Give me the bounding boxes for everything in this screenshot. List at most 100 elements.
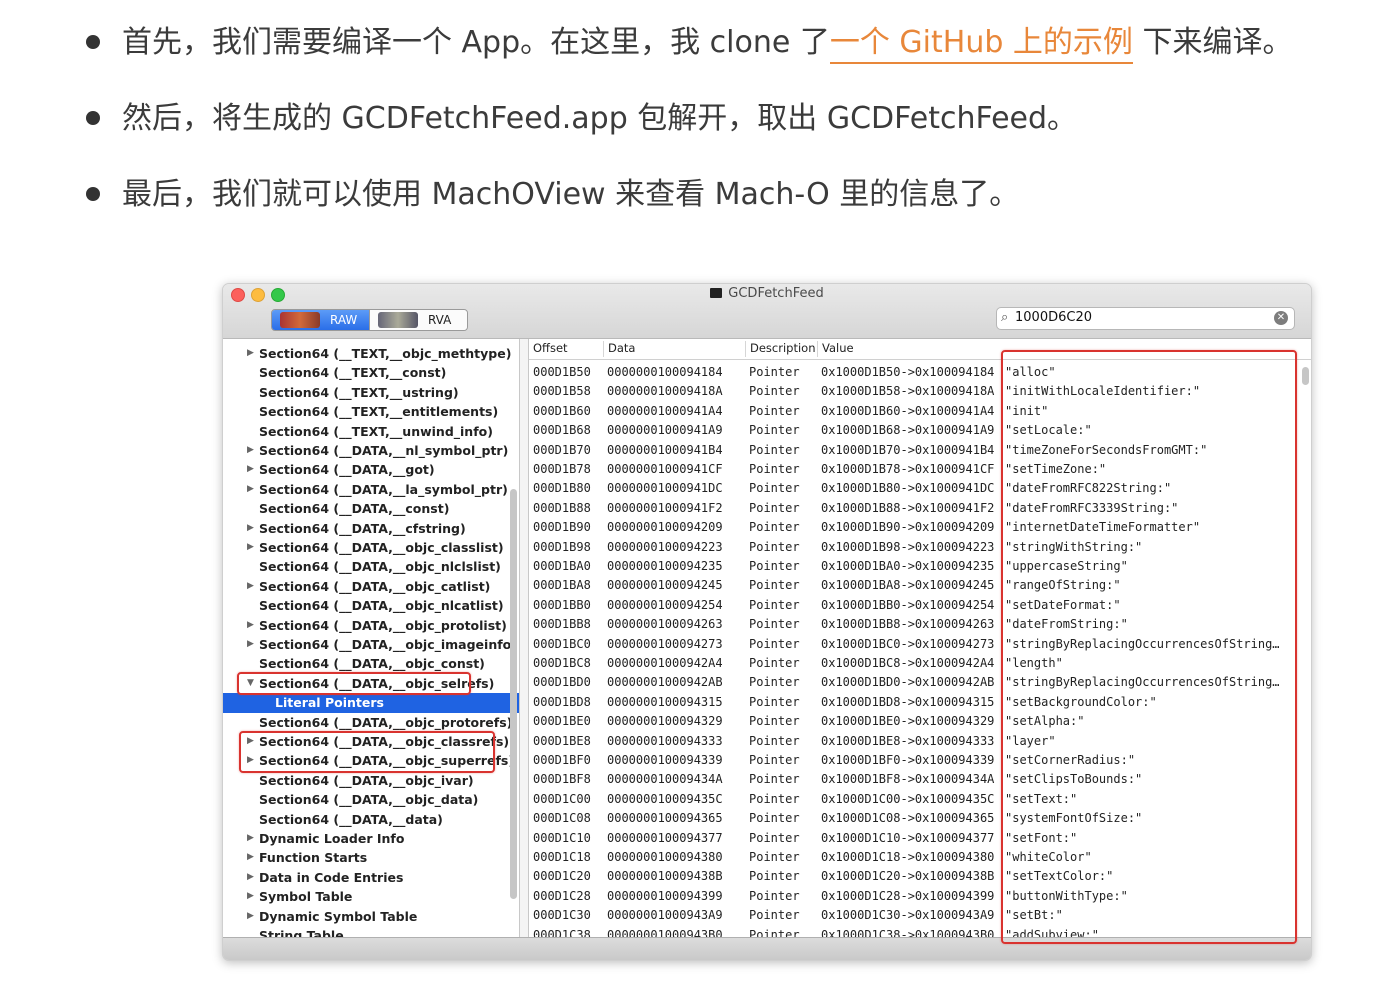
tree-item[interactable]: ▶ Section64 (__DATA,__got) [223, 460, 519, 479]
tree-item[interactable]: Section64 (__DATA,__objc_nlclslist) [223, 557, 519, 576]
tree-scrollbar[interactable] [510, 489, 517, 899]
offset-cell: 000D1BB8 [533, 617, 591, 632]
offset-cell: 000D1BE0 [533, 714, 591, 729]
tree-item[interactable]: ▶ Section64 (__DATA,__la_symbol_ptr) [223, 480, 519, 499]
disclosure-closed-icon[interactable]: ▶ [247, 848, 254, 867]
tree-item[interactable]: ▶ Section64 (__DATA,__cfstring) [223, 519, 519, 538]
disclosure-closed-icon[interactable]: ▶ [247, 441, 254, 460]
tree-item[interactable]: Section64 (__DATA,__objc_ivar) [223, 771, 519, 790]
tree-item-label: Section64 (__DATA,__objc_nlclslist) [259, 559, 501, 575]
pane-splitter[interactable] [520, 339, 529, 937]
data-cell: 0000000100094339 [607, 753, 723, 767]
tree-item[interactable]: Literal Pointers [223, 693, 519, 713]
tree-item[interactable]: ▶ Section64 (__DATA,__objc_protolist) [223, 616, 519, 635]
disclosure-closed-icon[interactable]: ▶ [247, 519, 254, 538]
raw-thumbnail-icon [280, 312, 320, 328]
section-tree[interactable]: ▶ Section64 (__TEXT,__objc_methtype) Secti… [223, 339, 520, 937]
description-cell: Pointer [749, 850, 800, 864]
disclosure-closed-icon[interactable]: ▶ [247, 577, 254, 596]
value-cell: 0x1000D1B88->0x1000941F2 [821, 500, 995, 515]
tree-item[interactable]: ▶ Section64 (__DATA,__nl_symbol_ptr) [223, 441, 519, 460]
tree-item[interactable]: Section64 (__TEXT,__ustring) [223, 383, 519, 402]
tree-item[interactable]: ▶ Section64 (__DATA,__objc_catlist) [223, 577, 519, 596]
offset-cell: 000D1B90 [533, 520, 591, 535]
offset-cell: 000D1C18 [533, 850, 591, 864]
tree-item[interactable]: ▶ Symbol Table [223, 887, 519, 906]
value-cell: 0x1000D1B68->0x1000941A9 [821, 423, 995, 438]
tree-item[interactable]: Section64 (__DATA,__objc_const) [223, 654, 519, 673]
bullet-text: 首先，我们需要编译一个 App。在这里，我 clone 了 [122, 25, 830, 60]
disclosure-closed-icon[interactable]: ▶ [247, 460, 254, 479]
tree-item[interactable]: Section64 (__TEXT,__const) [223, 363, 519, 382]
tree-item[interactable]: Section64 (__DATA,__data) [223, 810, 519, 829]
header-data[interactable]: Data [603, 341, 746, 357]
value-cell: 0x1000D1BE0->0x100094329 [821, 714, 995, 729]
tree-item-label: Dynamic Symbol Table [259, 908, 418, 924]
offset-cell: 000D1BE8 [533, 733, 591, 748]
tree-item[interactable]: ▶ Data in Code Entries [223, 868, 519, 887]
tree-item-label: Function Starts [259, 850, 368, 866]
data-cell: 00000001000943B0 [607, 927, 723, 937]
tree-item[interactable]: Section64 (__DATA,__objc_data) [223, 790, 519, 809]
tree-item-label: Section64 (__TEXT,__const) [259, 365, 447, 381]
tree-item[interactable]: ▶ Dynamic Loader Info [223, 829, 519, 848]
raw-mode-button[interactable]: RAW [272, 310, 369, 330]
disclosure-closed-icon[interactable]: ▶ [247, 887, 254, 906]
tree-item[interactable]: String Table [223, 926, 519, 937]
tree-item[interactable]: ▶ Section64 (__TEXT,__objc_methtype) [223, 344, 519, 363]
tree-item-label: String Table [259, 928, 344, 937]
search-input-value[interactable]: 1000D6C20 [1015, 310, 1092, 325]
highlight-classrefs-superrefs [239, 731, 495, 773]
disclosure-closed-icon[interactable]: ▶ [247, 907, 254, 926]
value-cell: 0x1000D1BC8->0x1000942A4 [821, 656, 995, 670]
offset-cell: 000D1BD8 [533, 694, 591, 709]
disclosure-closed-icon[interactable]: ▶ [247, 344, 254, 363]
description-cell: Pointer [749, 753, 800, 767]
data-cell: 00000001000941CF [607, 462, 723, 476]
description-cell: Pointer [749, 656, 800, 670]
data-cell: 00000001000941A4 [607, 403, 723, 418]
header-description[interactable]: Description [745, 341, 818, 357]
highlight-selrefs [237, 672, 471, 695]
value-cell: 0x1000D1C20->0x10009438B [821, 869, 995, 884]
value-cell: 0x1000D1BB0->0x100094254 [821, 597, 995, 612]
table-scrollbar[interactable] [1302, 367, 1309, 385]
offset-cell: 000D1C00 [533, 791, 591, 806]
tree-item[interactable]: Section64 (__DATA,__objc_protorefs) [223, 713, 519, 732]
header-offset[interactable]: Offset [529, 341, 603, 357]
clear-icon[interactable]: ✕ [1274, 311, 1288, 325]
tree-item-label: Section64 (__DATA,__got) [259, 462, 435, 478]
offset-cell: 000D1B60 [533, 403, 591, 418]
tree-item[interactable]: ▶ Section64 (__DATA,__objc_imageinfo) [223, 635, 519, 654]
tree-item[interactable]: Section64 (__DATA,__objc_nlcatlist) [223, 596, 519, 615]
disclosure-closed-icon[interactable]: ▶ [247, 868, 254, 887]
data-cell: 0000000100094273 [607, 636, 723, 651]
data-cell: 0000000100094399 [607, 888, 723, 903]
github-example-link[interactable]: 一个 GitHub 上的示例 [829, 25, 1133, 64]
tree-item-label: Literal Pointers [275, 695, 384, 711]
description-cell: Pointer [749, 636, 800, 651]
tree-item[interactable]: Section64 (__DATA,__const) [223, 499, 519, 518]
disclosure-closed-icon[interactable]: ▶ [247, 480, 254, 499]
description-cell: Pointer [749, 694, 800, 709]
tree-item[interactable]: ▶ Dynamic Symbol Table [223, 907, 519, 926]
value-cell: 0x1000D1BE8->0x100094333 [821, 733, 995, 748]
tree-item-label: Section64 (__DATA,__objc_protolist) [259, 617, 507, 633]
search-field[interactable]: ⌕ 1000D6C20 ✕ [996, 307, 1295, 330]
data-cell: 00000001000942A4 [607, 656, 723, 670]
tree-item[interactable]: Section64 (__TEXT,__unwind_info) [223, 422, 519, 441]
disclosure-closed-icon[interactable]: ▶ [247, 616, 254, 635]
tree-item[interactable]: ▶ Function Starts [223, 848, 519, 867]
tree-item-label: Section64 (__DATA,__objc_ivar) [259, 772, 474, 788]
window-title: GCDFetchFeed [223, 286, 1311, 301]
machoview-window: GCDFetchFeed RAW RVA ⌕ 1000D6C20 ✕ ▶ Sect… [222, 283, 1312, 961]
value-cell: 0x1000D1C30->0x1000943A9 [821, 908, 995, 923]
tree-item[interactable]: Section64 (__TEXT,__entitlements) [223, 402, 519, 421]
disclosure-closed-icon[interactable]: ▶ [247, 635, 254, 654]
description-cell: Pointer [749, 830, 800, 845]
rva-mode-button[interactable]: RVA [369, 310, 467, 330]
disclosure-closed-icon[interactable]: ▶ [247, 538, 254, 557]
tree-item[interactable]: ▶ Section64 (__DATA,__objc_classlist) [223, 538, 519, 557]
data-cell: 0000000100094209 [607, 520, 723, 535]
disclosure-closed-icon[interactable]: ▶ [247, 829, 254, 848]
